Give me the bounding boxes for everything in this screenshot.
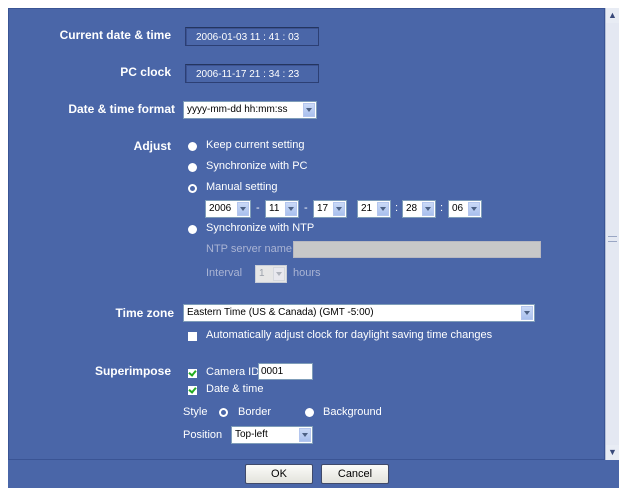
- minute-select[interactable]: 28: [402, 200, 436, 218]
- date-separator: -: [256, 202, 260, 214]
- second-value: 06: [452, 203, 464, 214]
- ok-button[interactable]: OK: [245, 464, 313, 484]
- radio-sync-pc[interactable]: [188, 163, 197, 172]
- scroll-down-icon[interactable]: ▼: [606, 445, 619, 460]
- ntp-interval-select[interactable]: 1: [255, 265, 287, 283]
- keep-current-label: Keep current setting: [206, 139, 305, 151]
- settings-window: Current date & time 2006-01-03 11 : 41 :…: [0, 0, 621, 488]
- manual-setting-label: Manual setting: [206, 181, 278, 193]
- day-value: 17: [317, 203, 329, 214]
- position-select[interactable]: Top-left: [231, 426, 313, 444]
- scroll-up-icon[interactable]: ▲: [606, 8, 619, 23]
- vertical-scrollbar[interactable]: ▲ ▼: [605, 8, 619, 460]
- camera-id-label: Camera ID: [206, 366, 260, 378]
- chevron-down-icon: [333, 202, 345, 216]
- minute-value: 28: [406, 203, 418, 214]
- camera-id-checkbox[interactable]: [188, 369, 197, 378]
- chevron-down-icon: [237, 202, 249, 216]
- dst-label: Automatically adjust clock for daylight …: [206, 329, 493, 341]
- day-select[interactable]: 17: [313, 200, 347, 218]
- camera-id-input[interactable]: 0001: [258, 363, 313, 380]
- time-zone-value: Eastern Time (US & Canada) (GMT -5:00): [187, 307, 374, 318]
- chevron-down-icon: [377, 202, 389, 216]
- chevron-down-icon: [521, 306, 533, 320]
- chevron-down-icon: [303, 103, 315, 117]
- time-separator: :: [440, 202, 444, 214]
- current-datetime-readout: 2006-01-03 11 : 41 : 03: [185, 27, 319, 46]
- chevron-down-icon: [468, 202, 480, 216]
- hour-select[interactable]: 21: [357, 200, 391, 218]
- datetime-superimpose-label: Date & time: [206, 383, 264, 395]
- position-label: Position: [183, 429, 223, 441]
- pc-clock-label: PC clock: [120, 65, 171, 79]
- chevron-down-icon: [422, 202, 434, 216]
- chevron-down-icon: [299, 428, 311, 442]
- time-zone-select[interactable]: Eastern Time (US & Canada) (GMT -5:00): [183, 304, 535, 322]
- interval-value: 1: [259, 268, 265, 279]
- radio-style-border[interactable]: [219, 408, 228, 417]
- position-value: Top-left: [235, 429, 268, 440]
- scrollbar-grip[interactable]: [608, 236, 617, 242]
- button-bar: OK Cancel: [8, 460, 619, 488]
- datetime-format-select[interactable]: yyyy-mm-dd hh:mm:ss: [183, 101, 317, 119]
- ntp-server-input[interactable]: [293, 241, 541, 258]
- date-separator: -: [304, 202, 308, 214]
- year-value: 2006: [209, 203, 232, 214]
- interval-unit-label: hours: [293, 267, 321, 279]
- chevron-down-icon: [273, 267, 285, 281]
- date-time-settings-panel: Current date & time 2006-01-03 11 : 41 :…: [8, 8, 605, 460]
- cancel-button[interactable]: Cancel: [321, 464, 389, 484]
- datetime-format-label: Date & time format: [68, 102, 175, 116]
- style-border-label: Border: [238, 406, 272, 418]
- ntp-interval-label: Interval: [206, 267, 243, 279]
- pc-clock-readout: 2006-11-17 21 : 34 : 23: [185, 64, 319, 83]
- superimpose-label: Superimpose: [94, 364, 171, 378]
- time-zone-label: Time zone: [115, 306, 174, 320]
- radio-sync-ntp[interactable]: [188, 225, 197, 234]
- chevron-down-icon: [285, 202, 297, 216]
- datetime-checkbox[interactable]: [188, 386, 197, 395]
- style-label: Style: [183, 406, 208, 418]
- year-select[interactable]: 2006: [205, 200, 251, 218]
- datetime-format-value: yyyy-mm-dd hh:mm:ss: [187, 104, 288, 115]
- sync-ntp-label: Synchronize with NTP: [206, 222, 315, 234]
- radio-manual-setting[interactable]: [188, 184, 197, 193]
- time-separator: :: [395, 202, 399, 214]
- radio-style-background[interactable]: [305, 408, 314, 417]
- ntp-server-label: NTP server name: [206, 243, 292, 255]
- hour-value: 21: [361, 203, 373, 214]
- radio-keep-current[interactable]: [188, 142, 197, 151]
- adjust-label: Adjust: [133, 139, 171, 153]
- dst-checkbox[interactable]: [188, 332, 197, 341]
- second-select[interactable]: 06: [448, 200, 482, 218]
- current-datetime-label: Current date & time: [59, 28, 171, 42]
- month-value: 11: [269, 203, 280, 214]
- style-background-label: Background: [323, 406, 382, 418]
- sync-pc-label: Synchronize with PC: [206, 160, 308, 172]
- month-select[interactable]: 11: [265, 200, 299, 218]
